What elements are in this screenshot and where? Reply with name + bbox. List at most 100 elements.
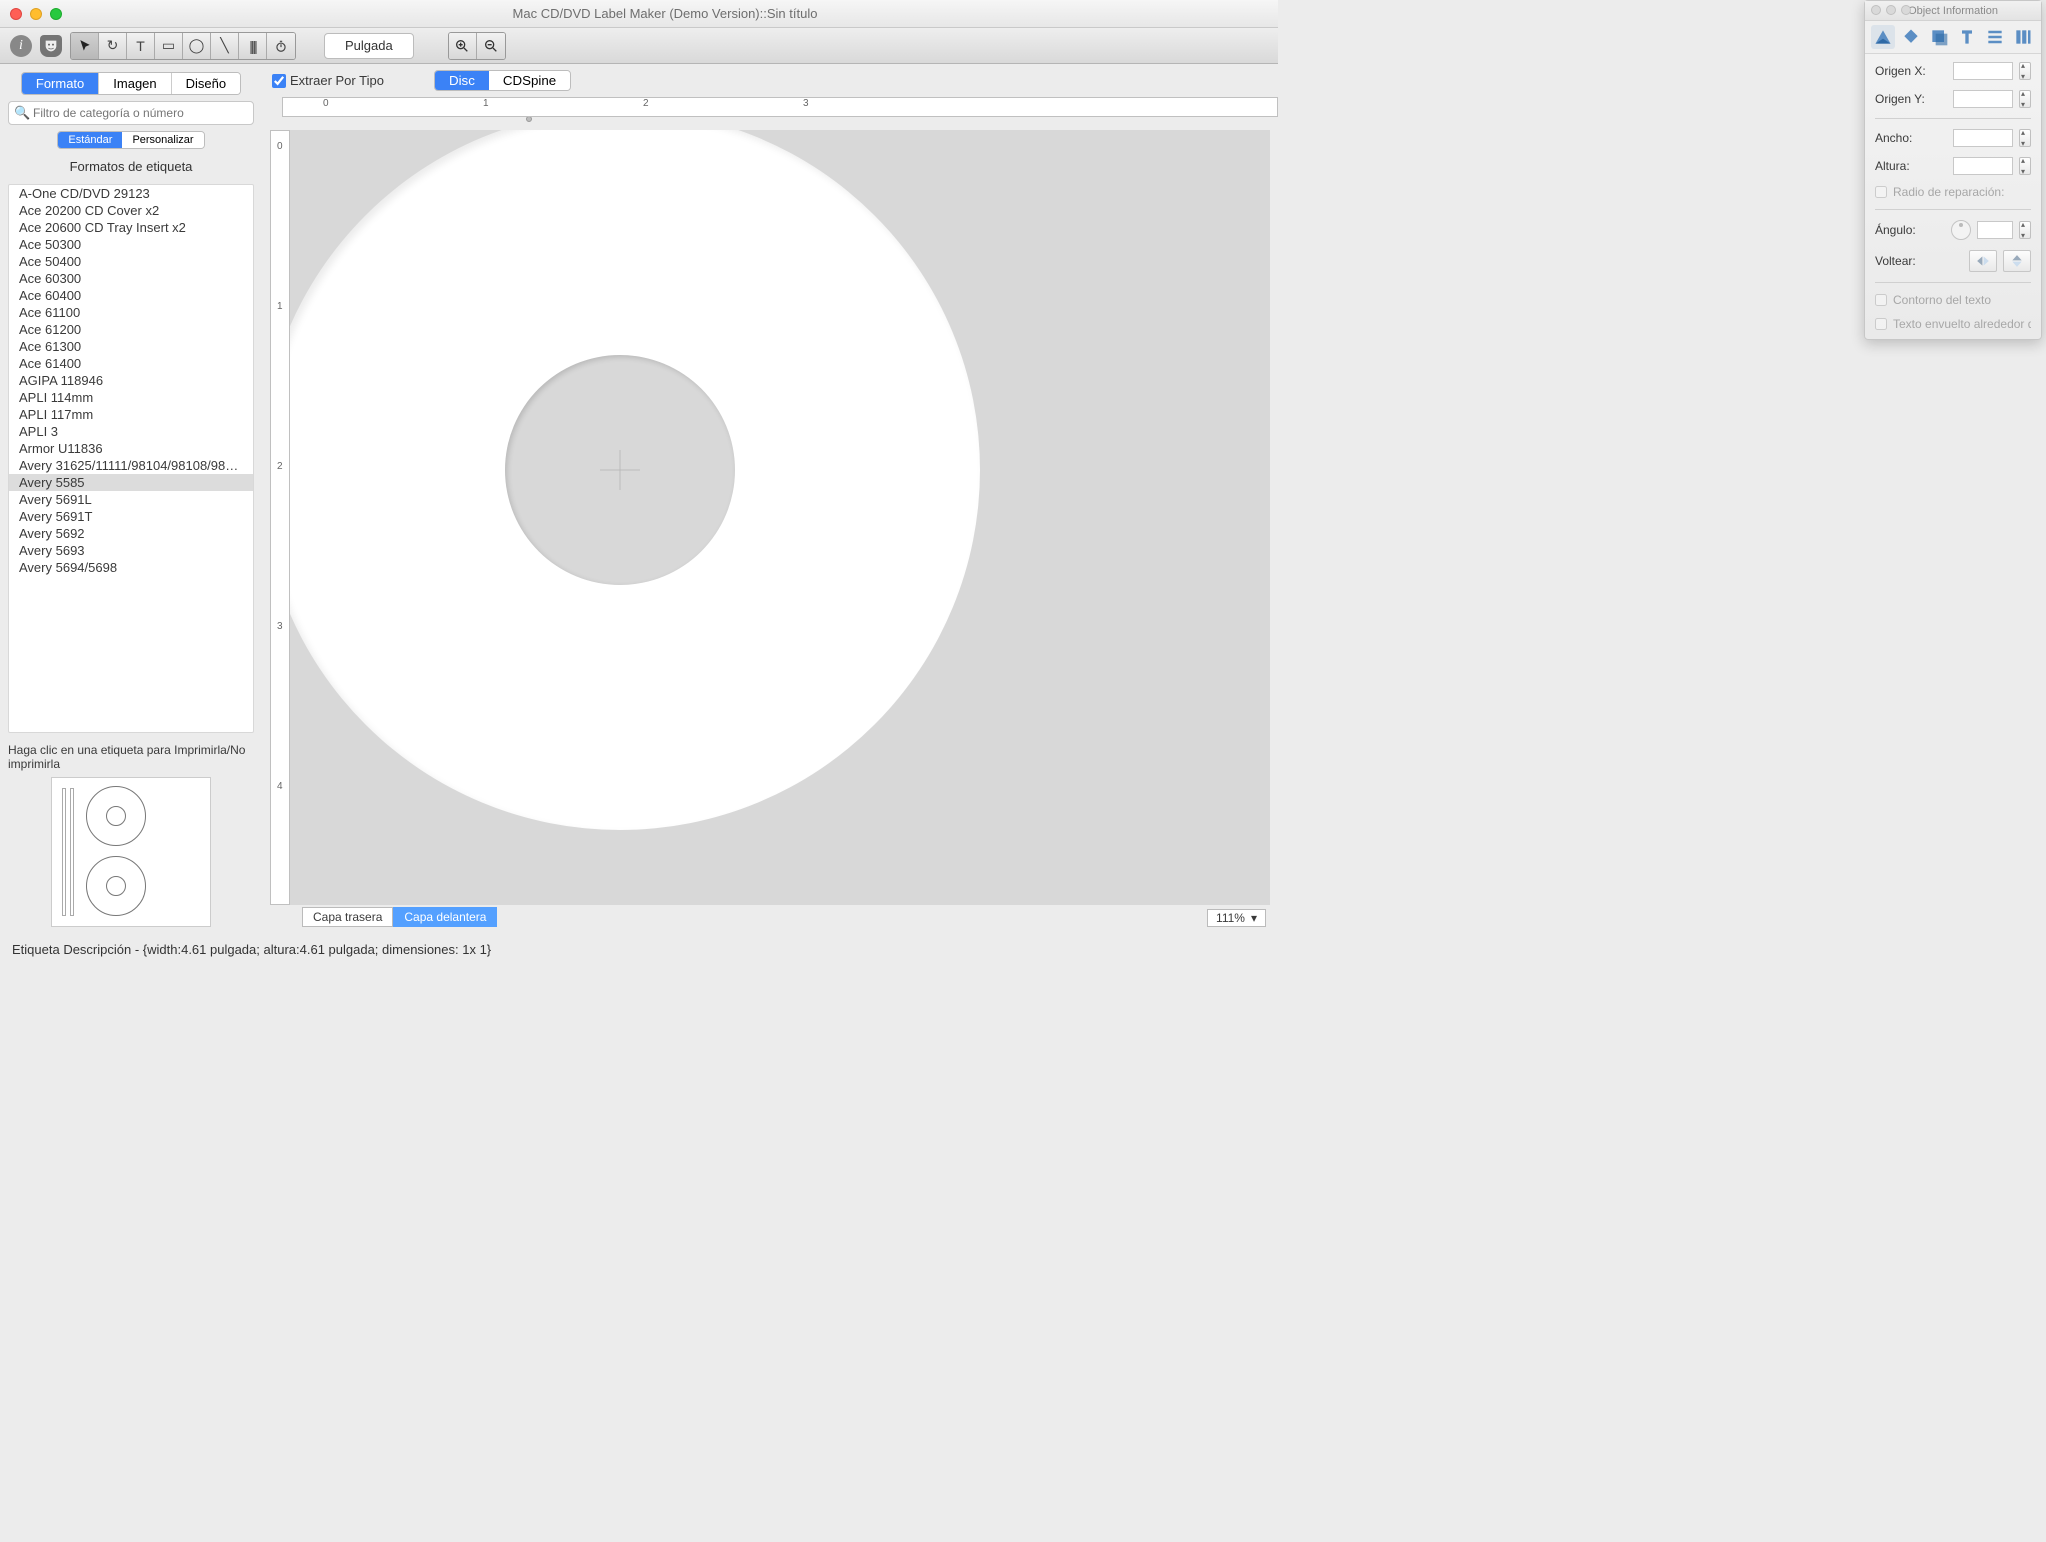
layer-front[interactable]: Capa delantera <box>393 907 497 927</box>
rect-tool[interactable]: ▭ <box>155 33 183 59</box>
stepper-angle[interactable] <box>2019 221 2031 239</box>
chevron-down-icon: ▾ <box>1251 911 1257 925</box>
stepper-origin-x[interactable] <box>2019 62 2031 80</box>
rotate-tool[interactable]: ↻ <box>99 33 127 59</box>
subtab-personalizar[interactable]: Personalizar <box>122 132 203 148</box>
format-list-item[interactable]: APLI 3 <box>9 423 253 440</box>
panel-tab-geometry-icon[interactable] <box>1871 25 1895 49</box>
line-tool[interactable]: ╲ <box>211 33 239 59</box>
minimize-icon[interactable] <box>30 8 42 20</box>
format-list-item[interactable]: Ace 20200 CD Cover x2 <box>9 202 253 219</box>
search-input[interactable] <box>8 101 254 125</box>
tab-disc[interactable]: Disc <box>435 71 489 90</box>
panel-tab-text-icon[interactable] <box>1955 25 1979 49</box>
timer-tool[interactable] <box>267 33 295 59</box>
pointer-tool[interactable] <box>71 33 99 59</box>
panel-tab-arrange-icon[interactable] <box>1983 25 2007 49</box>
panel-title-text: Object Information <box>1908 5 1998 17</box>
subtab-estandar[interactable]: Estándar <box>58 132 122 148</box>
flip-vertical-button[interactable] <box>2003 250 2031 272</box>
maximize-icon[interactable] <box>50 8 62 20</box>
format-list-item[interactable]: Ace 61300 <box>9 338 253 355</box>
tab-diseno[interactable]: Diseño <box>172 73 240 94</box>
format-list-item[interactable]: AGIPA 118946 <box>9 372 253 389</box>
circle-tool[interactable]: ◯ <box>183 33 211 59</box>
format-list-header: Formatos de etiqueta <box>8 155 254 178</box>
disc-tabs: Disc CDSpine <box>434 70 571 91</box>
zoom-buttons <box>448 32 506 60</box>
format-list-item[interactable]: Avery 5691T <box>9 508 253 525</box>
format-list-item[interactable]: Avery 31625/11111/98104/98108/98110 STC <box>9 457 253 474</box>
zoom-readout[interactable]: 111% ▾ <box>1207 909 1266 927</box>
mask-icon[interactable] <box>40 35 62 57</box>
input-angle[interactable] <box>1977 221 2013 239</box>
disc-shape[interactable] <box>290 130 980 830</box>
close-icon[interactable] <box>10 8 22 20</box>
tab-imagen[interactable]: Imagen <box>98 73 171 94</box>
input-origin-x[interactable] <box>1953 62 2013 80</box>
input-height[interactable] <box>1953 157 2013 175</box>
format-list-item[interactable]: Avery 5692 <box>9 525 253 542</box>
format-list-item[interactable]: Ace 60300 <box>9 270 253 287</box>
format-list-item[interactable]: Avery 5691L <box>9 491 253 508</box>
panel-body: Origen X: Origen Y: Ancho: Altura: Radio… <box>1865 54 2041 339</box>
format-list-item[interactable]: Ace 61200 <box>9 321 253 338</box>
panel-tabs <box>1865 21 2041 54</box>
panel-tab-align-icon[interactable] <box>2011 25 2035 49</box>
info-icon[interactable]: i <box>10 35 32 57</box>
format-list-item[interactable]: Ace 50400 <box>9 253 253 270</box>
format-list-item[interactable]: APLI 114mm <box>9 389 253 406</box>
panel-traffic <box>1871 5 1911 15</box>
canvas[interactable] <box>290 130 1270 905</box>
input-origin-y[interactable] <box>1953 90 2013 108</box>
barcode-tool[interactable]: |||| <box>239 33 267 59</box>
unit-button[interactable]: Pulgada <box>324 33 414 59</box>
format-list-item[interactable]: Ace 60400 <box>9 287 253 304</box>
text-tool[interactable]: T <box>127 33 155 59</box>
format-list-item[interactable]: Avery 5585 <box>9 474 253 491</box>
sheet-preview[interactable] <box>51 777 211 927</box>
format-list-item[interactable]: Armor U11836 <box>9 440 253 457</box>
zoom-out-button[interactable] <box>477 33 505 59</box>
main-toolbar: i ↻ T ▭ ◯ ╲ |||| Pulgada <box>0 28 1278 64</box>
search-wrap: 🔍 <box>8 101 254 125</box>
layer-back[interactable]: Capa trasera <box>302 907 393 927</box>
format-list-item[interactable]: Ace 20600 CD Tray Insert x2 <box>9 219 253 236</box>
stepper-width[interactable] <box>2019 129 2031 147</box>
extract-checkbox-input[interactable] <box>272 74 286 88</box>
label-width: Ancho: <box>1875 131 1947 145</box>
format-list-item[interactable]: Avery 5693 <box>9 542 253 559</box>
angle-dial[interactable] <box>1951 220 1971 240</box>
stepper-height[interactable] <box>2019 157 2031 175</box>
panel-titlebar[interactable]: Object Information <box>1865 1 2041 21</box>
label-repair-radius: Radio de reparación: <box>1893 185 2004 199</box>
stepper-origin-y[interactable] <box>2019 90 2031 108</box>
divider <box>1875 118 2031 119</box>
input-width[interactable] <box>1953 129 2013 147</box>
spine-preview <box>62 788 66 916</box>
panel-tab-fill-icon[interactable] <box>1899 25 1923 49</box>
label-outline-text: Contorno del texto <box>1893 293 1991 307</box>
panel-close-icon[interactable] <box>1871 5 1881 15</box>
print-hint: Haga clic en una etiqueta para Imprimirl… <box>8 743 254 771</box>
panel-min-icon[interactable] <box>1886 5 1896 15</box>
panel-max-icon[interactable] <box>1901 5 1911 15</box>
extract-label: Extraer Por Tipo <box>290 73 384 88</box>
object-info-panel[interactable]: Object Information Origen X: Origen Y: A… <box>1864 0 2042 340</box>
tab-formato[interactable]: Formato <box>22 73 98 94</box>
panel-tab-shadow-icon[interactable] <box>1927 25 1951 49</box>
format-list[interactable]: A-One CD/DVD 29123Ace 20200 CD Cover x2A… <box>8 184 254 733</box>
disc-preview <box>86 786 146 846</box>
zoom-in-button[interactable] <box>449 33 477 59</box>
extract-checkbox[interactable]: Extraer Por Tipo <box>272 73 384 88</box>
format-list-item[interactable]: A-One CD/DVD 29123 <box>9 185 253 202</box>
window-title: Mac CD/DVD Label Maker (Demo Version)::S… <box>62 6 1268 21</box>
format-list-item[interactable]: Ace 61100 <box>9 304 253 321</box>
flip-horizontal-button[interactable] <box>1969 250 1997 272</box>
format-list-item[interactable]: Ace 50300 <box>9 236 253 253</box>
format-list-item[interactable]: Avery 5694/5698 <box>9 559 253 576</box>
format-list-item[interactable]: Ace 61400 <box>9 355 253 372</box>
format-list-item[interactable]: APLI 117mm <box>9 406 253 423</box>
disc-preview <box>86 856 146 916</box>
tab-cdspine[interactable]: CDSpine <box>489 71 570 90</box>
